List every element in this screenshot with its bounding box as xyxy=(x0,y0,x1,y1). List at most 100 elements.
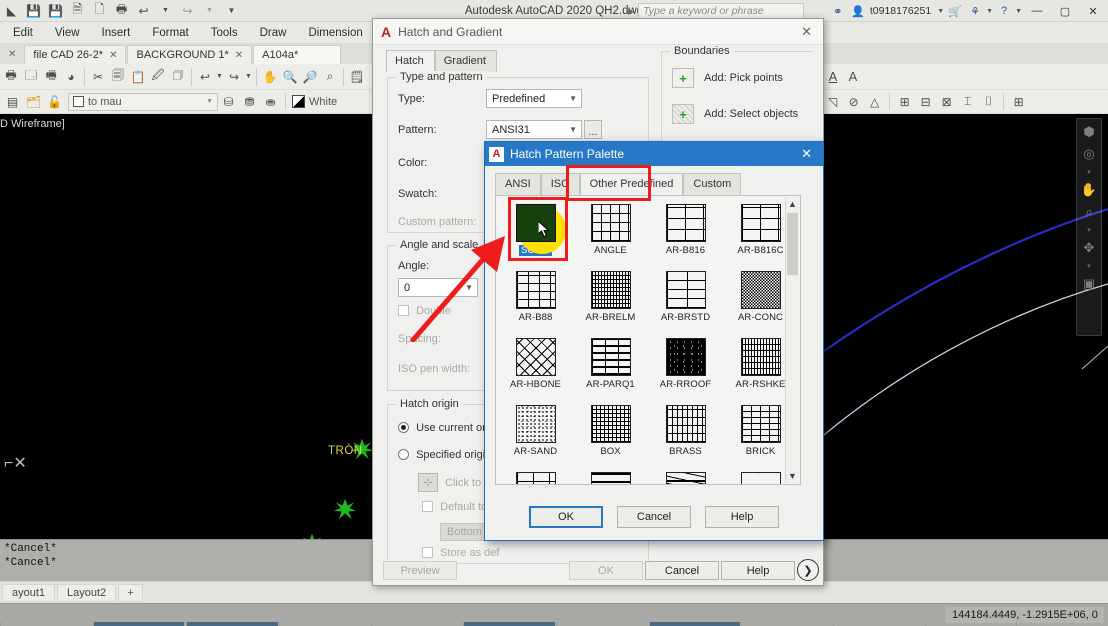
multileader-icon[interactable]: ⊞ xyxy=(1008,91,1029,112)
scroll-up-icon[interactable]: ▲ xyxy=(788,197,797,211)
menu-item-view[interactable]: View xyxy=(44,22,91,44)
dim-continue-icon[interactable]: ⊠ xyxy=(936,91,957,112)
status-toggle[interactable] xyxy=(833,622,925,626)
pan-icon[interactable]: ✋ xyxy=(260,66,280,88)
close-icon[interactable]: ✕ xyxy=(794,24,819,40)
print-icon[interactable]: 🖶 xyxy=(112,2,131,20)
store-as-default-checkbox[interactable] xyxy=(422,547,433,558)
pattern-item-ar-b816[interactable]: AR-B816 xyxy=(648,200,723,267)
palette-help-button[interactable]: Help xyxy=(705,506,779,528)
layer-previous-icon[interactable]: ⛁ xyxy=(218,91,239,112)
pattern-item-brass[interactable]: BRASS xyxy=(648,401,723,468)
coordinate-readout[interactable]: 144184.4449, -1.2915E+06, 0 xyxy=(946,607,1104,623)
use-current-origin-radio-row[interactable]: Use current origi xyxy=(398,422,497,434)
plot-preview-icon[interactable]: 🗎 xyxy=(68,2,87,20)
status-toggle[interactable] xyxy=(924,622,1017,626)
dim-jogged-icon[interactable]: ◹ xyxy=(822,91,843,112)
account-dropdown-icon[interactable]: ▼ xyxy=(937,8,944,15)
zoom-icon[interactable]: ⌕ xyxy=(1085,204,1092,220)
specified-origin-radio[interactable] xyxy=(398,449,409,460)
publish-icon[interactable]: 🖷 xyxy=(41,66,61,88)
dim-break-icon[interactable]: ⌷ xyxy=(978,91,999,112)
undo-icon[interactable]: ↩ xyxy=(195,66,215,88)
pattern-browse-button[interactable]: ... xyxy=(584,120,602,139)
document-tab-a104a[interactable]: A104a* xyxy=(253,45,342,64)
scroll-down-icon[interactable]: ▼ xyxy=(788,469,797,483)
document-tab-filecad[interactable]: file CAD 26-2* ✕ xyxy=(24,45,127,64)
cart-icon[interactable]: 🛒 xyxy=(946,2,964,20)
pattern-item-angle[interactable]: ANGLE xyxy=(573,200,648,267)
specified-origin-radio-row[interactable]: Specified origin xyxy=(398,449,491,461)
menu-item-insert[interactable]: Insert xyxy=(91,22,142,44)
add-pick-points-row[interactable]: + Add: Pick points xyxy=(672,68,783,88)
dim-baseline-icon[interactable]: ⊟ xyxy=(915,91,936,112)
tab-close-icon[interactable]: ✕ xyxy=(0,45,24,64)
menu-item-draw[interactable]: Draw xyxy=(249,22,298,44)
cut-icon[interactable]: ✂ xyxy=(88,66,108,88)
plot-preview-icon[interactable]: 🗔 xyxy=(21,66,41,88)
steeringwheel-icon[interactable]: ◎ xyxy=(1083,146,1094,162)
copy-icon[interactable]: 🗐 xyxy=(108,66,128,88)
matchprop-icon[interactable]: 🖉 xyxy=(148,66,168,88)
pattern-item-partial[interactable] xyxy=(573,468,648,484)
3dprint-icon[interactable]: ◕ xyxy=(61,66,81,88)
status-toggle[interactable] xyxy=(186,622,279,626)
help-dropdown-icon[interactable]: ▼ xyxy=(1015,8,1022,15)
share-icon[interactable]: ⚘ xyxy=(966,2,984,20)
pattern-combo[interactable]: ANSI31 ▼ xyxy=(486,120,582,139)
add-layout-button[interactable]: + xyxy=(118,583,143,602)
add-select-objects-icon[interactable]: + xyxy=(672,104,694,124)
redo-dropdown-icon[interactable]: ▼ xyxy=(200,2,219,20)
add-pick-points-icon[interactable]: + xyxy=(672,68,694,88)
showmotion-icon[interactable]: ▣ xyxy=(1083,276,1095,292)
status-toggle[interactable] xyxy=(741,622,833,626)
network-icon[interactable]: ⚭ xyxy=(829,2,847,20)
pattern-item-ar-hbone[interactable]: AR-HBONE xyxy=(498,334,573,401)
document-tab-background[interactable]: BACKGROUND 1* ✕ xyxy=(127,45,253,64)
dim-space-icon[interactable]: ⌶ xyxy=(957,91,978,112)
properties-icon[interactable]: 🗒 xyxy=(347,66,367,88)
blockeditor-icon[interactable]: 🗇 xyxy=(168,66,188,88)
share-dropdown-icon[interactable]: ▼ xyxy=(986,8,993,15)
chevron-down-icon[interactable]: ▼ xyxy=(206,98,213,105)
menu-item-dimension[interactable]: Dimension xyxy=(297,22,373,44)
status-toggle[interactable] xyxy=(463,622,556,626)
more-options-icon[interactable]: ❯ xyxy=(797,559,819,581)
chevron-down-icon[interactable]: ▼ xyxy=(569,94,579,103)
tab-gradient[interactable]: Gradient xyxy=(434,50,497,72)
tab-ansi[interactable]: ANSI xyxy=(495,173,541,195)
pattern-item-box[interactable]: BOX xyxy=(573,401,648,468)
default-to-boundary-checkbox[interactable] xyxy=(422,501,433,512)
close-icon[interactable]: ✕ xyxy=(235,50,243,61)
close-icon[interactable]: ✕ xyxy=(794,146,819,162)
undo-icon[interactable]: ↩ xyxy=(134,2,153,20)
viewcube-icon[interactable]: ⬢ xyxy=(1083,124,1094,140)
pattern-item-ar-sand[interactable]: AR-SAND xyxy=(498,401,573,468)
redo-icon[interactable]: ↪ xyxy=(178,2,197,20)
zoom-realtime-icon[interactable]: 🔍 xyxy=(280,66,300,88)
text-style-a-underline-icon[interactable]: A xyxy=(823,66,843,88)
maximize-button[interactable]: ▢ xyxy=(1052,0,1078,22)
customize-qat-icon[interactable]: ▼ xyxy=(222,2,241,20)
type-combo[interactable]: Predefined ▼ xyxy=(486,89,582,108)
status-toggle[interactable] xyxy=(92,622,185,626)
navigation-bar[interactable]: ⬢ ◎ ▾ ✋ ⌕ ▾ ✥ ▾ ▣ xyxy=(1076,118,1102,336)
add-select-objects-row[interactable]: + Add: Select objects xyxy=(672,104,798,124)
layer-properties-icon[interactable]: ▤ xyxy=(2,91,23,112)
dim-diameter-icon[interactable]: ⊘ xyxy=(843,91,864,112)
chevron-down-icon[interactable]: ▼ xyxy=(569,125,579,134)
help-icon[interactable]: ? xyxy=(995,2,1013,20)
pattern-item-ar-parq1[interactable]: AR-PARQ1 xyxy=(573,334,648,401)
qat-caret-left-icon[interactable]: ◣ xyxy=(2,2,21,20)
use-current-origin-radio[interactable] xyxy=(398,422,409,433)
close-button[interactable]: ✕ xyxy=(1080,0,1106,22)
status-toggle[interactable] xyxy=(0,622,92,626)
cancel-button[interactable]: Cancel xyxy=(645,561,719,580)
tab-custom[interactable]: Custom xyxy=(683,173,742,195)
layout-tab-layout1[interactable]: ayout1 xyxy=(2,583,56,602)
status-toggle[interactable] xyxy=(370,622,463,626)
search-input[interactable]: Type a keyword or phrase xyxy=(638,3,804,19)
menu-item-tools[interactable]: Tools xyxy=(200,22,249,44)
minimize-button[interactable]: — xyxy=(1024,0,1050,22)
dim-angular-icon[interactable]: △ xyxy=(864,91,885,112)
